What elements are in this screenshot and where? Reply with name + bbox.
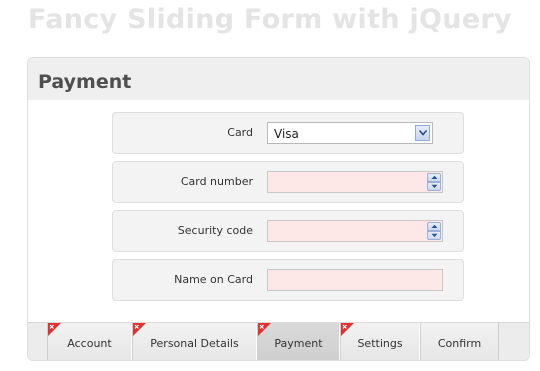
tab-account-label: Account <box>67 337 112 350</box>
card-number-input[interactable] <box>267 171 443 193</box>
field-row-card: Card Visa <box>112 112 464 154</box>
error-corner-icon <box>258 323 271 336</box>
tab-account[interactable]: Account <box>47 323 132 360</box>
tab-personal-details[interactable]: Personal Details <box>132 323 257 360</box>
tab-settings[interactable]: Settings <box>340 323 420 360</box>
tab-bar: Account Personal Details Payment Setting… <box>28 322 529 360</box>
arrow-down-icon[interactable] <box>427 182 441 191</box>
tab-payment-label: Payment <box>274 337 323 350</box>
tab-confirm[interactable]: Confirm <box>420 323 499 360</box>
arrow-down-icon[interactable] <box>427 231 441 240</box>
error-corner-icon <box>341 323 354 336</box>
field-row-name-on-card: Name on Card <box>112 259 464 301</box>
arrow-up-icon[interactable] <box>427 173 441 182</box>
security-code-spinner[interactable] <box>427 222 441 240</box>
field-row-security-code: Security code <box>112 210 464 252</box>
tab-settings-label: Settings <box>357 337 403 350</box>
card-select-value: Visa <box>274 127 299 141</box>
field-row-card-number: Card number <box>112 161 464 203</box>
security-code-label: Security code <box>177 224 253 237</box>
card-number-spinner[interactable] <box>427 173 441 191</box>
card-number-label: Card number <box>180 175 253 188</box>
name-on-card-label: Name on Card <box>174 273 253 286</box>
arrow-up-icon[interactable] <box>427 222 441 231</box>
tab-personal-details-label: Personal Details <box>150 337 239 350</box>
card-select[interactable]: Visa <box>267 122 433 144</box>
sliding-form: Payment Card Visa Card number Security c… <box>27 57 530 361</box>
page: Fancy Sliding Form with jQuery Payment C… <box>0 0 540 371</box>
tab-confirm-label: Confirm <box>437 337 482 350</box>
name-on-card-input[interactable] <box>267 269 443 291</box>
section-title: Payment <box>38 71 132 93</box>
form-body: Card Visa Card number Security code Name… <box>28 100 529 322</box>
card-label: Card <box>227 126 253 139</box>
security-code-input[interactable] <box>267 220 443 242</box>
section-header: Payment <box>28 58 529 101</box>
error-corner-icon <box>133 323 146 336</box>
chevron-down-icon[interactable] <box>415 125 430 141</box>
page-title: Fancy Sliding Form with jQuery <box>28 4 512 35</box>
error-corner-icon <box>48 323 61 336</box>
tab-payment[interactable]: Payment <box>257 323 340 360</box>
